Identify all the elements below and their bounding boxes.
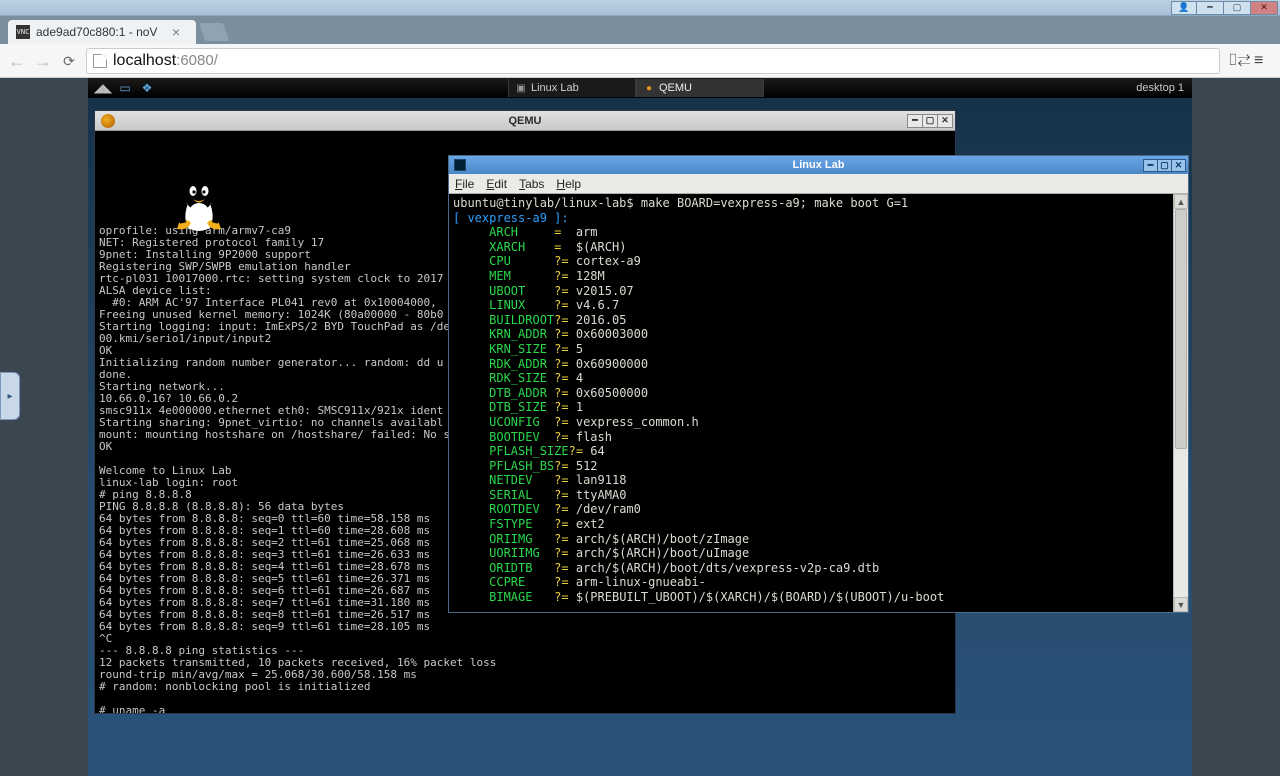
linux-desktop[interactable]: ◢◣ ▭ ❖ ▣ Linux Lab ● QEMU desktop 1 QEMU ━ … — [88, 78, 1192, 776]
task-button-label: Linux Lab — [531, 82, 579, 94]
browser-tab-label: ade9ad70c880:1 - noV — [36, 25, 166, 39]
forward-button[interactable]: → — [34, 52, 52, 70]
task-button-label: QEMU — [659, 82, 692, 94]
qemu-close-button[interactable]: ✕ — [937, 114, 953, 128]
scroll-down-button[interactable]: ▼ — [1174, 597, 1188, 612]
app-menu-icon[interactable]: ◢◣ — [96, 81, 110, 95]
terminal-scrollbar[interactable]: ▲ ▼ — [1173, 194, 1188, 612]
back-button[interactable]: ← — [8, 52, 26, 70]
lab-minimize-button[interactable]: ━ — [1143, 159, 1158, 172]
linux-lab-window[interactable]: Linux Lab ━ ▢ ✕ File Edit Tabs Help ubuntu@… — [448, 155, 1189, 613]
os-window-titlebar: 👤 ━ ▢ ✕ — [0, 0, 1280, 16]
scroll-track[interactable] — [1174, 209, 1188, 597]
linux-lab-titlebar[interactable]: Linux Lab ━ ▢ ✕ — [449, 156, 1188, 174]
file-manager-icon[interactable]: ❖ — [140, 81, 154, 95]
qemu-window-title: QEMU — [95, 115, 955, 127]
vnc-favicon-icon: VNC — [16, 25, 30, 39]
window-icon: ▣ — [515, 82, 527, 94]
task-button-qemu[interactable]: ● QEMU — [636, 79, 764, 97]
os-user-button[interactable]: 👤 — [1171, 1, 1197, 15]
qemu-app-icon — [101, 114, 115, 128]
new-tab-button[interactable] — [199, 23, 230, 41]
menu-help[interactable]: Help — [556, 177, 581, 191]
linux-lab-terminal[interactable]: ubuntu@tinylab/linux-lab$ make BOARD=vex… — [449, 194, 1173, 612]
browser-tab-strip: VNC ade9ad70c880:1 - noV × — [0, 16, 1280, 44]
os-minimize-button[interactable]: ━ — [1196, 1, 1224, 15]
reload-button[interactable]: ⟳ — [60, 52, 78, 70]
address-bar[interactable]: localhost:6080/ — [86, 48, 1220, 74]
site-info-icon[interactable] — [93, 54, 107, 68]
lab-maximize-button[interactable]: ▢ — [1157, 159, 1172, 172]
workspace-indicator[interactable]: desktop 1 — [1128, 82, 1192, 94]
url-path: :6080/ — [176, 52, 218, 69]
linux-lab-menubar: File Edit Tabs Help — [449, 174, 1188, 194]
tux-logo-icon — [103, 161, 163, 221]
translate-icon[interactable]: ⌷⇄ — [1228, 52, 1246, 70]
browser-toolbar: ← → ⟳ localhost:6080/ ⌷⇄ ≡ — [0, 44, 1280, 78]
lab-close-button[interactable]: ✕ — [1171, 159, 1186, 172]
scroll-thumb[interactable] — [1175, 209, 1187, 449]
menu-file[interactable]: File — [455, 177, 474, 191]
qemu-titlebar[interactable]: QEMU ━ ▢ ✕ — [95, 111, 955, 131]
task-button-linux-lab[interactable]: ▣ Linux Lab — [508, 79, 636, 97]
desktop-taskbar: ◢◣ ▭ ❖ ▣ Linux Lab ● QEMU desktop 1 — [88, 78, 1192, 98]
url-host: localhost — [113, 52, 176, 70]
os-close-button[interactable]: ✕ — [1250, 1, 1278, 15]
scroll-up-button[interactable]: ▲ — [1174, 194, 1188, 209]
tab-close-icon[interactable]: × — [172, 24, 180, 40]
menu-tabs[interactable]: Tabs — [519, 177, 544, 191]
terminal-app-icon — [454, 159, 466, 171]
qemu-maximize-button[interactable]: ▢ — [922, 114, 938, 128]
browser-tab[interactable]: VNC ade9ad70c880:1 - noV × — [8, 20, 196, 44]
show-desktop-icon[interactable]: ▭ — [118, 81, 132, 95]
vnc-canvas-area: ▸ ◢◣ ▭ ❖ ▣ Linux Lab ● QEMU desktop 1 QEMU … — [0, 78, 1280, 776]
qemu-minimize-button[interactable]: ━ — [907, 114, 923, 128]
window-icon: ● — [643, 82, 655, 94]
menu-edit[interactable]: Edit — [486, 177, 507, 191]
chrome-menu-button[interactable]: ≡ — [1254, 52, 1272, 70]
os-maximize-button[interactable]: ▢ — [1223, 1, 1251, 15]
linux-lab-window-title: Linux Lab — [449, 159, 1188, 171]
vnc-control-handle[interactable]: ▸ — [0, 372, 20, 420]
